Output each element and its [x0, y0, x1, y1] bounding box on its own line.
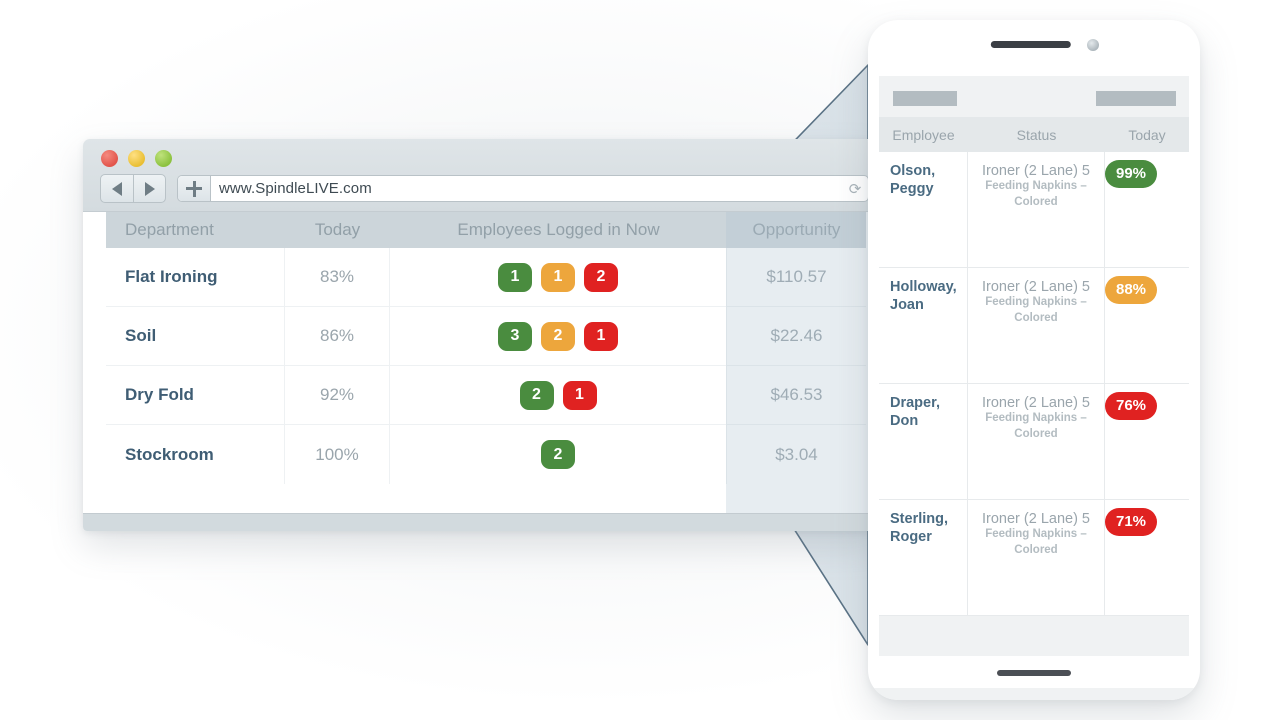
cell-employees-logged-in: 112 — [390, 248, 727, 306]
list-item[interactable]: Draper, Don Ironer (2 Lane) 5 Feeding Napk… — [879, 384, 1189, 500]
employee-count-badge-red[interactable]: 1 — [562, 380, 597, 410]
cell-employee-name: Sterling, Roger — [879, 500, 968, 615]
list-item[interactable]: Holloway, Joan Ironer (2 Lane) 5 Feeding N… — [879, 268, 1189, 384]
minimize-window-button[interactable] — [128, 150, 145, 167]
cell-status: Ironer (2 Lane) 5 Feeding Napkins – Color… — [968, 384, 1105, 499]
status-task: Feeding Napkins – Colored — [985, 296, 1087, 324]
employee-count-badge-green[interactable]: 3 — [498, 321, 532, 351]
status-badge[interactable]: 76% — [1105, 392, 1158, 420]
cell-today: 86% — [285, 307, 390, 365]
app-title-placeholder — [893, 91, 957, 106]
cell-today-percent: 71% — [1105, 500, 1189, 615]
employee-count-badge-orange[interactable]: 1 — [541, 262, 575, 292]
maximize-window-button[interactable] — [155, 150, 172, 167]
status-badge[interactable]: 88% — [1105, 276, 1158, 304]
status-machine: Ironer (2 Lane) 5 — [981, 395, 1090, 411]
employee-count-badge-green[interactable]: 2 — [519, 380, 554, 410]
list-item[interactable]: Sterling, Roger Ironer (2 Lane) 5 Feeding … — [879, 500, 1189, 616]
department-table: Department Today Employees Logged in Now… — [106, 212, 866, 484]
cell-opportunity: $110.57 — [766, 267, 827, 286]
table-row[interactable]: Dry Fold 92% 2 1 $46.53 — [106, 366, 866, 425]
phone-mockup: Employee Status Today Olson, Peggy Ironer… — [868, 20, 1200, 700]
back-arrow-icon — [112, 181, 122, 196]
department-table-body: Flat Ironing 83% 1 1 2 $110.57 Soil 86% 3 2 1 $22.4… — [106, 248, 866, 484]
column-header-opportunity: Opportunity — [752, 220, 841, 239]
front-camera-icon — [1087, 39, 1099, 51]
employee-count-badge-green[interactable]: 1 — [498, 262, 532, 292]
close-window-button[interactable] — [101, 150, 118, 167]
cell-today: 92% — [285, 366, 390, 424]
phone-bottom-bezel — [868, 688, 1200, 700]
column-header-department: Department — [125, 220, 214, 239]
cell-today-percent: 99% — [1105, 152, 1189, 267]
table-row[interactable]: Flat Ironing 83% 1 1 2 $110.57 — [106, 248, 866, 307]
column-header-today: Today — [1128, 126, 1166, 143]
status-task: Feeding Napkins – Colored — [985, 528, 1087, 556]
table-row[interactable]: Stockroom 100% 2 $3.04 — [106, 425, 866, 484]
employee-count-badge-red[interactable]: 1 — [584, 321, 618, 351]
department-table-header: Department Today Employees Logged in Now… — [106, 212, 866, 248]
employee-table-header: Employee Status Today — [879, 117, 1189, 152]
screenshot-root: www.SpindleLIVE.com ⟳ Department Today E… — [0, 0, 1280, 720]
cell-status: Ironer (2 Lane) 5 Feeding Napkins – Color… — [968, 500, 1105, 615]
browser-window: www.SpindleLIVE.com ⟳ Department Today E… — [83, 139, 883, 531]
address-bar[interactable]: www.SpindleLIVE.com ⟳ — [177, 175, 869, 202]
app-top-bar — [879, 76, 1189, 117]
cell-opportunity: $22.46 — [770, 326, 823, 345]
nav-buttons-group — [100, 174, 166, 203]
employee-count-badge-green[interactable]: 2 — [541, 440, 575, 469]
cell-employees-logged-in: 21 — [390, 366, 727, 424]
cell-department: Soil — [106, 307, 285, 365]
status-task: Feeding Napkins – Colored — [985, 412, 1087, 440]
back-button[interactable] — [101, 175, 133, 202]
phone-top-bezel — [868, 20, 1200, 76]
cell-opportunity: $3.04 — [775, 444, 818, 464]
table-row[interactable]: Soil 86% 3 2 1 $22.46 — [106, 307, 866, 366]
cell-today: 100% — [285, 425, 390, 484]
cell-today-percent: 76% — [1105, 384, 1189, 499]
forward-arrow-icon — [144, 181, 155, 196]
employee-count-badge-red[interactable]: 2 — [584, 262, 618, 292]
cell-today-percent: 88% — [1105, 268, 1189, 383]
cell-department: Flat Ironing — [106, 248, 285, 306]
cell-employee-name: Olson, Peggy — [879, 152, 968, 267]
cell-department: Dry Fold — [106, 366, 285, 424]
app-action-placeholder[interactable] — [1096, 91, 1176, 106]
status-task: Feeding Napkins – Colored — [985, 180, 1087, 208]
cell-employees-logged-in: 2 — [390, 425, 727, 484]
status-machine: Ironer (2 Lane) 5 — [981, 163, 1090, 179]
window-traffic-lights — [101, 150, 172, 167]
cell-status: Ironer (2 Lane) 5 Feeding Napkins – Color… — [968, 152, 1105, 267]
column-header-employees: Employees Logged in Now — [457, 220, 660, 239]
cell-department: Stockroom — [106, 425, 285, 484]
cell-employees-logged-in: 321 — [390, 307, 727, 365]
earpiece-speaker-icon — [990, 41, 1071, 48]
phone-screen: Employee Status Today Olson, Peggy Ironer… — [879, 76, 1189, 656]
employee-count-badge-orange[interactable]: 2 — [541, 321, 575, 351]
column-header-status: Status — [1016, 126, 1057, 143]
status-machine: Ironer (2 Lane) 5 — [981, 511, 1090, 527]
reload-icon[interactable]: ⟳ — [842, 176, 868, 201]
cell-today: 83% — [285, 248, 390, 306]
list-item[interactable]: Olson, Peggy Ironer (2 Lane) 5 Feeding Nap… — [879, 152, 1189, 268]
column-header-today: Today — [314, 220, 361, 239]
browser-toolbar: www.SpindleLIVE.com ⟳ — [100, 174, 869, 203]
url-text[interactable]: www.SpindleLIVE.com — [211, 176, 842, 201]
column-header-employee: Employee — [892, 126, 955, 143]
cell-status: Ironer (2 Lane) 5 Feeding Napkins – Color… — [968, 268, 1105, 383]
status-badge[interactable]: 71% — [1105, 508, 1158, 536]
employee-table-body: Olson, Peggy Ironer (2 Lane) 5 Feeding Nap… — [879, 152, 1189, 616]
home-indicator-icon — [997, 670, 1071, 676]
new-tab-button[interactable] — [178, 176, 211, 201]
status-badge[interactable]: 99% — [1105, 160, 1158, 188]
browser-status-bar — [83, 513, 883, 531]
forward-button[interactable] — [133, 175, 165, 202]
cell-employee-name: Holloway, Joan — [879, 268, 968, 383]
cell-employee-name: Draper, Don — [879, 384, 968, 499]
browser-chrome: www.SpindleLIVE.com ⟳ — [83, 139, 883, 212]
status-machine: Ironer (2 Lane) 5 — [981, 279, 1090, 295]
browser-viewport: Department Today Employees Logged in Now… — [83, 212, 883, 531]
cell-opportunity: $46.53 — [770, 385, 823, 404]
